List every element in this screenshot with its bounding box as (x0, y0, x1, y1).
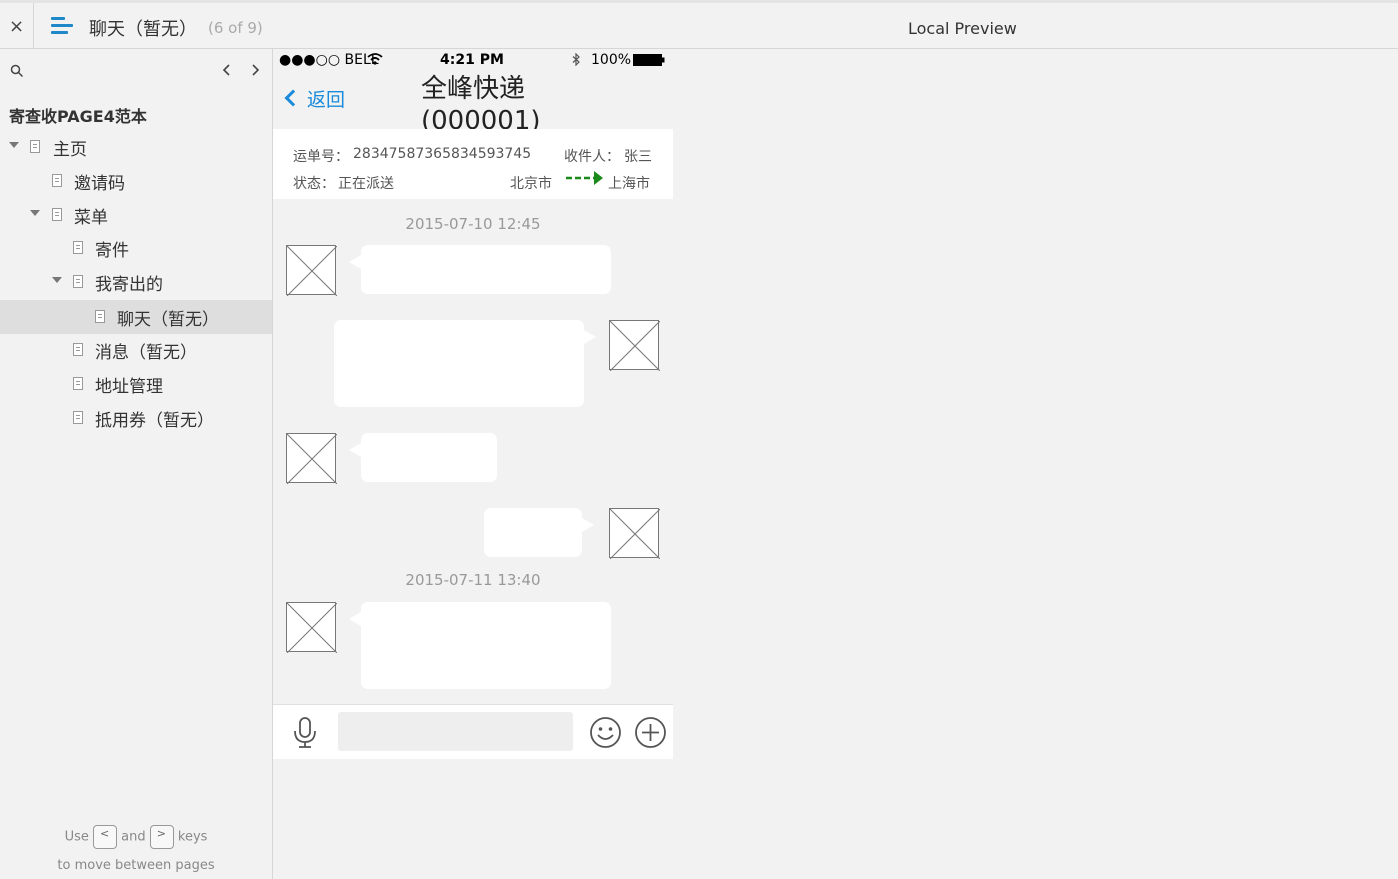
page-icon (73, 241, 83, 254)
tree-item-label: 抵用券（暂无） (95, 411, 214, 431)
tree-item-label: 主页 (53, 140, 87, 160)
page-title: 聊天（暂无） (89, 19, 197, 40)
nav-title: 全峰快递(000001) (421, 74, 541, 129)
tree-item-label: 寄件 (95, 241, 129, 261)
image-placeholder-icon (287, 603, 337, 653)
page-icon (30, 140, 40, 153)
page-icon (73, 343, 83, 356)
message-input[interactable] (338, 712, 573, 751)
page-icon (73, 411, 83, 424)
shipment-info-card: 运单号： 28347587365834593745 收件人： 张三 状态： 正在… (273, 129, 673, 199)
next-page-icon[interactable] (247, 61, 263, 79)
battery-percent: 100% (591, 52, 632, 68)
top-bar: × 聊天（暂无） (6 of 9) Local Preview (0, 0, 1398, 49)
chat-timestamp: 2015-07-11 13:40 (405, 571, 541, 589)
search-icon[interactable] (10, 64, 24, 78)
avatar-placeholder[interactable] (609, 320, 660, 371)
avatar-placeholder[interactable] (286, 433, 337, 484)
tree-item-menu[interactable]: 菜单 (0, 198, 272, 232)
caret-down-icon[interactable] (9, 142, 19, 148)
message-bubble[interactable] (349, 433, 497, 482)
preview-label: Local Preview (908, 19, 1017, 38)
recipient-name: 张三 (624, 149, 652, 165)
carrier: ●●●○○ BELL (279, 52, 379, 68)
to-city: 上海市 (608, 176, 650, 192)
hint-text: keys (177, 829, 208, 845)
avatar-placeholder[interactable] (609, 508, 660, 559)
page-icon (95, 310, 105, 323)
hint-text: Use (64, 829, 89, 845)
keyboard-hint: Use < and > keys (0, 825, 272, 849)
tree-item-chat[interactable]: 聊天（暂无） (0, 300, 272, 334)
message-bubble[interactable] (484, 508, 594, 557)
emoji-icon[interactable] (589, 716, 622, 749)
image-placeholder-icon (610, 321, 660, 371)
page-icon (52, 208, 62, 221)
message-bubble[interactable] (349, 245, 611, 294)
back-button[interactable]: 返回 (284, 85, 346, 112)
tree-item-messages[interactable]: 消息（暂无） (0, 333, 272, 367)
tree-item-label: 消息（暂无） (95, 343, 197, 363)
tree-item-invite-code[interactable]: 邀请码 (0, 164, 272, 198)
message-bubble[interactable] (334, 320, 596, 407)
from-city: 北京市 (510, 176, 552, 192)
tree-item-send[interactable]: 寄件 (0, 231, 272, 265)
tree-item-home[interactable]: 主页 (0, 130, 272, 164)
avatar-placeholder[interactable] (286, 602, 337, 653)
status-bar: ●●●○○ BELL 4:21 PM 100% (273, 49, 673, 71)
image-placeholder-icon (610, 509, 660, 559)
avatar-placeholder[interactable] (286, 245, 337, 296)
route-arrow-icon (566, 171, 603, 185)
sidebar: 寄查收PAGE4范本 主页 邀请码 菜单 寄件 我寄出的 聊天（暂无） 消息（暂… (0, 49, 273, 879)
message-bubble[interactable] (349, 602, 611, 689)
tree-item-my-sent[interactable]: 我寄出的 (0, 265, 272, 299)
prev-page-icon[interactable] (219, 61, 235, 79)
tree-item-label: 地址管理 (95, 377, 163, 397)
tracking-label: 运单号： (293, 149, 349, 165)
recipient-label: 收件人： (564, 149, 620, 165)
image-placeholder-icon (287, 246, 337, 296)
status-value: 正在派送 (338, 176, 394, 192)
prev-key: < (93, 825, 117, 849)
close-button[interactable]: × (0, 3, 34, 49)
project-title: 寄查收PAGE4范本 (9, 107, 147, 126)
caret-down-icon[interactable] (52, 277, 62, 283)
microphone-icon[interactable] (291, 716, 319, 750)
status-label: 状态： (293, 176, 335, 192)
chat-timestamp: 2015-07-10 12:45 (405, 215, 541, 233)
tree-item-label: 菜单 (74, 208, 108, 228)
battery-icon (633, 54, 665, 66)
back-label: 返回 (307, 89, 346, 111)
tracking-number: 28347587365834593745 (353, 146, 532, 162)
clock: 4:21 PM (440, 52, 504, 68)
tree-item-label: 聊天（暂无） (117, 310, 219, 330)
hint-text: and (121, 829, 146, 845)
next-key: > (149, 825, 174, 849)
tree-item-coupons[interactable]: 抵用券（暂无） (0, 401, 272, 435)
chat-input-bar (273, 704, 673, 759)
tree-item-label: 邀请码 (74, 174, 125, 194)
page-icon (52, 174, 62, 187)
keyboard-hint-line2: to move between pages (57, 858, 215, 873)
image-placeholder-icon (287, 434, 337, 484)
phone-preview: ●●●○○ BELL 4:21 PM 100% 返回 全峰快递(000001) … (273, 49, 673, 759)
nav-bar: 返回 全峰快递(000001) (273, 71, 673, 129)
plus-icon[interactable] (634, 716, 667, 749)
page-icon (73, 377, 83, 390)
page-icon (73, 275, 83, 288)
menu-icon[interactable] (51, 17, 73, 35)
tree-item-label: 我寄出的 (95, 275, 163, 295)
wifi-icon (367, 53, 383, 65)
caret-down-icon[interactable] (30, 210, 40, 216)
tree-item-address[interactable]: 地址管理 (0, 367, 272, 401)
bluetooth-icon (572, 53, 580, 66)
page-count: (6 of 9) (208, 19, 263, 37)
chevron-left-icon (284, 89, 302, 107)
